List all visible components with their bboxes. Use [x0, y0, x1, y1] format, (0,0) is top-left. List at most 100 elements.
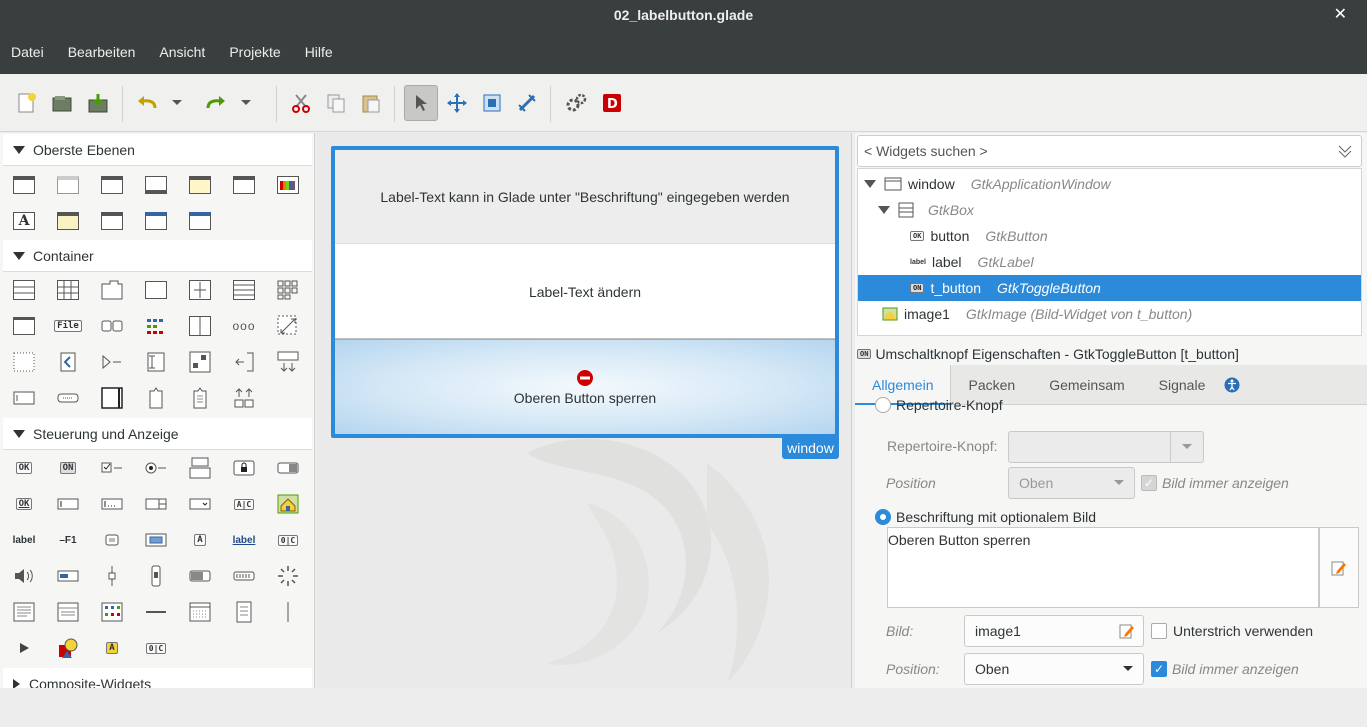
- toggle-tool-button-icon[interactable]: [144, 529, 168, 551]
- redo-icon[interactable]: [201, 89, 231, 117]
- tool-button-widget-icon[interactable]: [100, 529, 124, 551]
- scrolled-window-icon[interactable]: [276, 315, 300, 337]
- tree-row-gtkbox[interactable]: GtkBox: [858, 197, 1361, 223]
- aspect-frame-icon[interactable]: [144, 351, 168, 373]
- overlay-container-icon[interactable]: [276, 351, 300, 373]
- color-chooser-dialog-icon[interactable]: [276, 174, 300, 196]
- message-dialog-widget-icon[interactable]: [188, 174, 212, 196]
- preferences-gear-icon[interactable]: [561, 89, 591, 117]
- volume-button-widget-icon[interactable]: [12, 565, 36, 587]
- dialog-widget-icon[interactable]: [144, 174, 168, 196]
- about-dialog-widget-icon[interactable]: [232, 174, 256, 196]
- close-button[interactable]: ✕: [1334, 0, 1347, 30]
- menu-ansicht[interactable]: Ansicht: [159, 44, 205, 60]
- menu-hilfe[interactable]: Hilfe: [305, 44, 333, 60]
- undo-dropdown-icon[interactable]: [167, 89, 187, 117]
- entry-widget-icon[interactable]: [56, 493, 80, 515]
- use-underline-check[interactable]: Unterstrich verwenden: [1151, 623, 1313, 639]
- palette-section-container[interactable]: Container: [3, 240, 312, 272]
- stock-button-combo[interactable]: [1008, 431, 1204, 463]
- save-file-icon[interactable]: [83, 89, 113, 117]
- notebook-container-icon[interactable]: [100, 279, 124, 301]
- tool-palette-icon[interactable]: [144, 315, 168, 337]
- palette-section-toplevels[interactable]: Oberste Ebenen: [3, 134, 312, 166]
- spinner-value-widget-icon[interactable]: 0|C: [276, 529, 300, 551]
- preview-button[interactable]: Label-Text ändern: [335, 245, 835, 339]
- fixed-container-icon[interactable]: [12, 315, 36, 337]
- tab-signals[interactable]: Signale: [1142, 365, 1223, 405]
- copy-icon[interactable]: [321, 89, 351, 117]
- action-bar-icon[interactable]: [56, 387, 80, 409]
- application-window-widget-icon[interactable]: [100, 174, 124, 196]
- label-widget-icon[interactable]: label: [12, 529, 36, 551]
- shortcuts-window-icon[interactable]: [232, 387, 256, 409]
- popover-icon[interactable]: [144, 387, 168, 409]
- link-button-widget-icon[interactable]: OK: [12, 493, 36, 515]
- stack-switcher-icon[interactable]: [100, 315, 124, 337]
- level-bar-widget-icon[interactable]: [232, 565, 256, 587]
- file-chooser-dialog-icon[interactable]: [100, 210, 124, 232]
- redo-dropdown-icon[interactable]: [236, 89, 256, 117]
- radio-button-widget-icon[interactable]: [144, 457, 168, 479]
- always-show-image-check-disabled[interactable]: ✓ Bild immer anzeigen: [1141, 475, 1289, 491]
- spin-button-widget-icon[interactable]: [144, 493, 168, 515]
- menu-projekte[interactable]: Projekte: [229, 44, 280, 60]
- drag-resize-icon[interactable]: [442, 89, 472, 117]
- layout-container-icon[interactable]: [12, 351, 36, 373]
- progress-bar-widget-icon[interactable]: [188, 565, 212, 587]
- select-pointer-icon[interactable]: [404, 85, 438, 121]
- vscale-widget-icon[interactable]: [100, 565, 124, 587]
- expander-container-icon[interactable]: [100, 351, 124, 373]
- link-label-widget-icon[interactable]: label: [232, 529, 256, 551]
- hscale-widget-icon[interactable]: [56, 565, 80, 587]
- alignment-edit-icon[interactable]: [512, 89, 542, 117]
- drawing-area-widget-icon[interactable]: [56, 637, 80, 659]
- undo-icon[interactable]: [132, 89, 162, 117]
- file-chooser-widget-icon[interactable]: File: [54, 315, 82, 337]
- switch-widget-icon[interactable]: [276, 457, 300, 479]
- tree-row-label[interactable]: label label GtkLabel: [858, 249, 1361, 275]
- offscreen-window-widget-icon[interactable]: [56, 174, 80, 196]
- paned-container-icon[interactable]: [188, 279, 212, 301]
- tree-row-t-button[interactable]: ON t_button GtkToggleButton: [858, 275, 1361, 301]
- edit-pencil-icon[interactable]: [1119, 623, 1135, 639]
- places-sidebar-icon[interactable]: [232, 601, 256, 623]
- preview-label[interactable]: Label-Text kann in Glade unter "Beschrif…: [335, 150, 835, 244]
- edit-label-button[interactable]: [1319, 527, 1359, 608]
- alignment-container-icon[interactable]: [188, 351, 212, 373]
- recent-chooser-dialog-icon[interactable]: [56, 210, 80, 232]
- text-view-widget-icon[interactable]: [12, 601, 36, 623]
- combo-box-text-widget-icon[interactable]: A|C: [232, 493, 256, 515]
- label-with-image-radio[interactable]: Beschriftung mit optionalem Bild: [875, 509, 1096, 525]
- flow-box-container-icon[interactable]: [276, 279, 300, 301]
- tree-row-window[interactable]: window GtkApplicationWindow: [858, 171, 1361, 197]
- image-entry[interactable]: image1: [964, 615, 1144, 647]
- font-button-widget-icon[interactable]: 0|C: [144, 637, 168, 659]
- stack-container-icon[interactable]: [188, 315, 212, 337]
- scrollbar-widget-icon[interactable]: [144, 565, 168, 587]
- expander-down-icon[interactable]: [864, 180, 876, 188]
- position-combo-disabled[interactable]: Oben: [1008, 467, 1135, 499]
- header-bar-container-icon[interactable]: ooo: [232, 315, 256, 337]
- menu-button-widget-icon[interactable]: [188, 457, 212, 479]
- toggle-button-widget-icon[interactable]: ON: [56, 457, 80, 479]
- tree-row-button[interactable]: OK button GtkButton: [858, 223, 1361, 249]
- button-box-container-icon[interactable]: [232, 279, 256, 301]
- stock-button-radio[interactable]: Repertoire-Knopf: [875, 397, 1003, 413]
- combo-box-widget-icon[interactable]: [188, 493, 212, 515]
- media-controls-icon[interactable]: [12, 637, 36, 659]
- info-bar-widget-icon[interactable]: A: [100, 637, 124, 659]
- assistant-widget-icon[interactable]: [144, 210, 168, 232]
- widget-search-input[interactable]: < Widgets suchen >: [857, 135, 1362, 167]
- menu-datei[interactable]: Datei: [11, 44, 44, 60]
- tree-row-image1[interactable]: image1 GtkImage (Bild-Widget von t_button…: [858, 301, 1361, 327]
- always-show-image-check[interactable]: ✓ Bild immer anzeigen: [1151, 661, 1299, 677]
- vseparator-widget-icon[interactable]: [276, 601, 300, 623]
- event-box-icon[interactable]: [56, 351, 80, 373]
- search-options-icon[interactable]: [1337, 144, 1353, 160]
- search-entry-widget-icon[interactable]: [100, 493, 124, 515]
- palette-section-composite[interactable]: Composite-Widgets: [3, 668, 312, 688]
- window-tag[interactable]: window: [782, 437, 839, 459]
- editable-label-icon[interactable]: A: [188, 529, 212, 551]
- icon-view-widget-icon[interactable]: [100, 601, 124, 623]
